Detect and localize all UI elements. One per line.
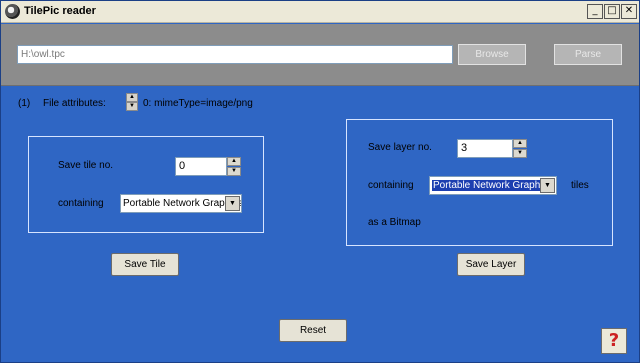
dropdown-arrow-icon[interactable]: ▼ xyxy=(225,196,240,211)
spin-up-icon[interactable]: ▲ xyxy=(126,93,138,102)
file-attribute-value: 0: mimeType=image/png xyxy=(143,98,253,109)
file-path-input[interactable]: H:\owl.tpc xyxy=(17,45,453,64)
close-button[interactable]: ✕ xyxy=(621,4,637,19)
parse-button[interactable]: Parse xyxy=(554,44,622,65)
spin-up-icon[interactable]: ▲ xyxy=(227,157,241,166)
save-tile-label: Save tile no. xyxy=(58,160,114,171)
file-attributes-label: File attributes: xyxy=(43,98,106,109)
tile-number-stepper[interactable]: ▲ ▼ xyxy=(227,157,241,176)
layer-containing-label: containing xyxy=(368,180,414,191)
title-bar: TilePic reader _ □ ✕ xyxy=(1,1,639,23)
save-layer-button[interactable]: Save Layer xyxy=(457,253,525,276)
app-icon xyxy=(5,4,20,19)
save-tile-button[interactable]: Save Tile xyxy=(111,253,179,276)
browse-button[interactable]: Browse xyxy=(458,44,526,65)
layer-number-input[interactable]: 3 xyxy=(457,139,513,158)
attribute-spinner[interactable]: ▲ ▼ xyxy=(126,93,138,111)
tile-format-select[interactable]: Portable Network Graphics ▼ xyxy=(120,194,242,213)
save-tile-panel: Save tile no. 0 ▲ ▼ containing Portable … xyxy=(28,136,264,233)
help-icon[interactable]: ? xyxy=(601,328,627,354)
layer-number-stepper[interactable]: ▲ ▼ xyxy=(513,139,527,158)
tile-number-input[interactable]: 0 xyxy=(175,157,227,176)
reset-button[interactable]: Reset xyxy=(279,319,347,342)
save-layer-panel: Save layer no. 3 ▲ ▼ containing Portable… xyxy=(346,119,613,246)
file-selection-bar: H:\owl.tpc Browse Parse xyxy=(1,24,639,86)
bitmap-label: as a Bitmap xyxy=(368,217,421,228)
layer-format-select[interactable]: Portable Network Graphics ▼ xyxy=(429,176,557,195)
tile-containing-label: containing xyxy=(58,198,104,209)
layer-format-value: Portable Network Graphics xyxy=(432,180,554,191)
spin-down-icon[interactable]: ▼ xyxy=(126,102,138,111)
attribute-count: (1) xyxy=(18,98,31,109)
spin-down-icon[interactable]: ▼ xyxy=(513,149,527,158)
dropdown-arrow-icon[interactable]: ▼ xyxy=(540,178,555,193)
app-window: TilePic reader _ □ ✕ H:\owl.tpc Browse P… xyxy=(0,0,640,363)
minimize-button[interactable]: _ xyxy=(587,4,603,19)
window-title: TilePic reader xyxy=(24,5,96,17)
maximize-button[interactable]: □ xyxy=(604,4,620,19)
save-layer-label: Save layer no. xyxy=(368,142,432,153)
tiles-label: tiles xyxy=(571,180,589,191)
spin-up-icon[interactable]: ▲ xyxy=(513,139,527,148)
spin-down-icon[interactable]: ▼ xyxy=(227,167,241,176)
